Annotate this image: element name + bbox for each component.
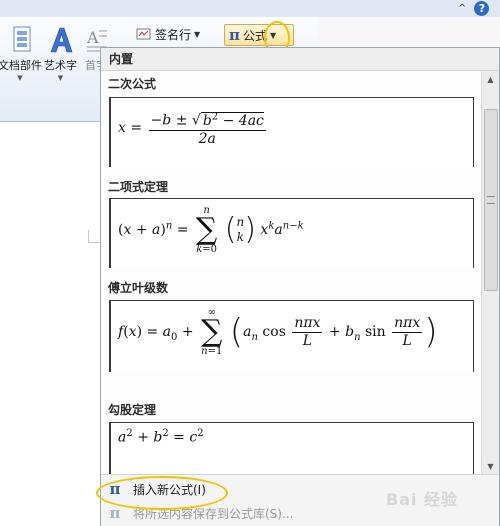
equation-formula: f(x) = a0 + ∞ ∑ n=1 (an cos nπx L + bn sin … bbox=[118, 307, 438, 357]
ribbon-right-area bbox=[318, 17, 500, 47]
save-selection-label: 将所选内容保存到公式库(S)... bbox=[133, 506, 294, 521]
insert-new-equation-item[interactable]: π 插入新公式(I) bbox=[107, 478, 206, 500]
scrollbar-thumb[interactable] bbox=[484, 109, 498, 291]
equation-button[interactable]: π 公式 ▼ bbox=[224, 24, 294, 46]
equation-title: 二次公式 bbox=[108, 77, 157, 91]
pi-icon: π bbox=[109, 480, 121, 498]
watermark: Bai 经验 bbox=[386, 490, 459, 509]
equation-item-pythagorean[interactable]: a2 + b2 = c2 bbox=[109, 422, 474, 474]
gallery-scrollbar[interactable]: ▲ ▼ bbox=[481, 71, 499, 474]
chevron-down-icon: ▼ bbox=[194, 29, 201, 39]
pi-icon: π bbox=[229, 26, 240, 44]
equation-formula: a2 + b2 = c2 bbox=[118, 428, 204, 446]
chevron-down-icon: ▼ bbox=[17, 74, 23, 82]
chevron-down-icon: ▼ bbox=[57, 74, 64, 82]
quick-parts-label: 文档部件 bbox=[0, 59, 42, 72]
equation-label: 公式 bbox=[242, 28, 267, 43]
signature-line-label: 签名行 bbox=[155, 27, 192, 42]
equation-title: 二项式定理 bbox=[108, 180, 169, 194]
equation-title: 勾股定理 bbox=[108, 403, 157, 417]
minimize-ribbon-icon[interactable]: ^ bbox=[458, 3, 466, 14]
equation-formula: (x + a)n = n ∑ k=0 (n k) xkan−k bbox=[118, 205, 304, 255]
equation-item-quadratic[interactable]: x = −b ± √ b2 − 4ac 2a bbox=[109, 97, 474, 167]
quick-parts-button[interactable]: 文档部件 ▼ bbox=[0, 25, 42, 82]
wordart-label: 艺术字 bbox=[44, 59, 77, 72]
save-selection-item[interactable]: π 将所选内容保存到公式库(S)... bbox=[107, 502, 294, 524]
save-equation-icon: π bbox=[109, 504, 121, 522]
window-controls: ^ ? bbox=[458, 0, 490, 17]
equation-gallery-dropdown: 内置 二次公式 x = −b ± √ b2 − 4ac 2a 二项式定理 (x + … bbox=[100, 47, 500, 526]
scroll-up-icon[interactable]: ▲ bbox=[482, 71, 499, 87]
wordart-icon bbox=[50, 27, 72, 53]
title-bar bbox=[0, 0, 500, 18]
equation-dropdown-arrow-icon[interactable]: ▼ bbox=[270, 31, 276, 40]
equation-item-fourier[interactable]: f(x) = a0 + ∞ ∑ n=1 (an cos nπx L + bn sin … bbox=[109, 300, 474, 372]
document-area bbox=[0, 122, 100, 526]
signature-line-icon bbox=[136, 28, 151, 40]
quick-parts-icon bbox=[13, 26, 31, 52]
svg-text:A: A bbox=[86, 28, 99, 47]
help-icon[interactable]: ? bbox=[474, 1, 490, 16]
signature-line-button[interactable]: 签名行 ▼ bbox=[132, 24, 204, 44]
insert-new-equation-label: 插入新公式(I) bbox=[133, 482, 206, 497]
scroll-down-icon[interactable]: ▼ bbox=[482, 458, 499, 474]
equation-item-binomial[interactable]: (x + a)n = n ∑ k=0 (n k) xkan−k bbox=[109, 198, 474, 268]
equation-title: 傅立叶级数 bbox=[108, 281, 169, 295]
wordart-button[interactable]: 艺术字 ▼ bbox=[44, 25, 77, 82]
gallery-header: 内置 bbox=[101, 48, 499, 71]
equation-gallery: 二次公式 x = −b ± √ b2 − 4ac 2a 二项式定理 (x + a)n… bbox=[101, 71, 481, 474]
equation-formula: x = −b ± √ b2 − 4ac 2a bbox=[118, 108, 268, 148]
